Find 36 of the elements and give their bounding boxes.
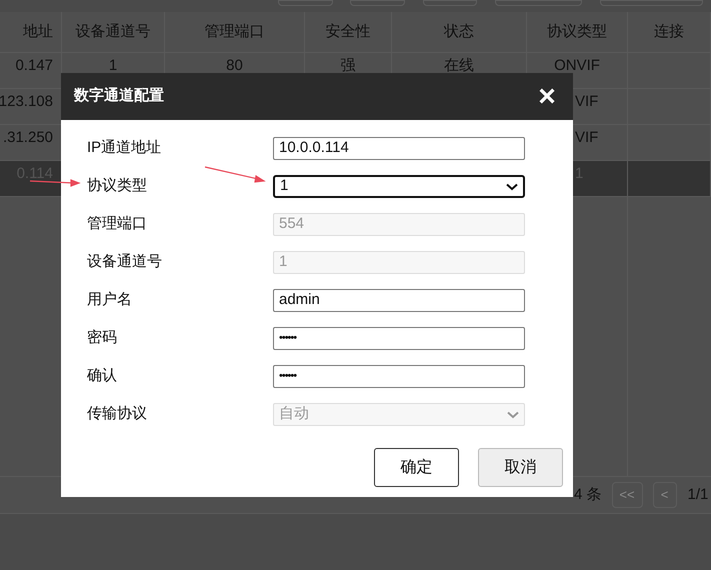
field-label: 传输协议: [86, 404, 148, 424]
field-label: 协议类型: [86, 176, 148, 196]
field-label: IP通道地址: [86, 138, 162, 158]
table-cell: ONVIF: [554, 58, 600, 73]
field-label: 确认: [86, 366, 118, 386]
dropdown[interactable]: 1: [273, 175, 525, 198]
password-field[interactable]: ••••••: [273, 327, 525, 350]
field-label: 用户名: [86, 290, 133, 310]
column-header: 协议类型: [547, 22, 607, 42]
confirm-button[interactable]: 确定: [374, 448, 459, 487]
page-indicator: 1/1: [688, 484, 708, 505]
close-button[interactable]: ×: [534, 82, 560, 112]
table-cell: 0.147: [15, 58, 53, 73]
column-header: 设备通道号: [76, 22, 150, 42]
column-header: 地址: [23, 22, 53, 42]
cancel-button[interactable]: 取消: [478, 448, 563, 487]
table-cell: 80: [226, 58, 243, 73]
table-cell: .31.250: [2, 130, 53, 145]
table-cell: VIF: [575, 94, 598, 109]
field-label: 密码: [86, 328, 118, 348]
table-cell: 123.108: [0, 94, 53, 109]
column-header: 连接: [654, 22, 684, 42]
password-field[interactable]: ••••••: [273, 365, 525, 388]
column-header: 状态: [444, 22, 474, 42]
column-header: 安全性: [326, 22, 370, 42]
table-cell: 强: [340, 58, 356, 73]
table-cell: VIF: [575, 130, 598, 145]
input-field[interactable]: admin: [273, 289, 525, 312]
table-cell: 在线: [444, 58, 474, 73]
table-cell: 1: [108, 58, 118, 73]
field-label: 管理端口: [86, 214, 148, 234]
record-count: 4 条: [574, 484, 602, 505]
field-label: 设备通道号: [86, 252, 163, 272]
column-header: 管理端口: [204, 22, 264, 42]
dialog-title: 数字通道配置: [74, 86, 164, 106]
input-field[interactable]: 10.0.0.114: [273, 137, 525, 160]
